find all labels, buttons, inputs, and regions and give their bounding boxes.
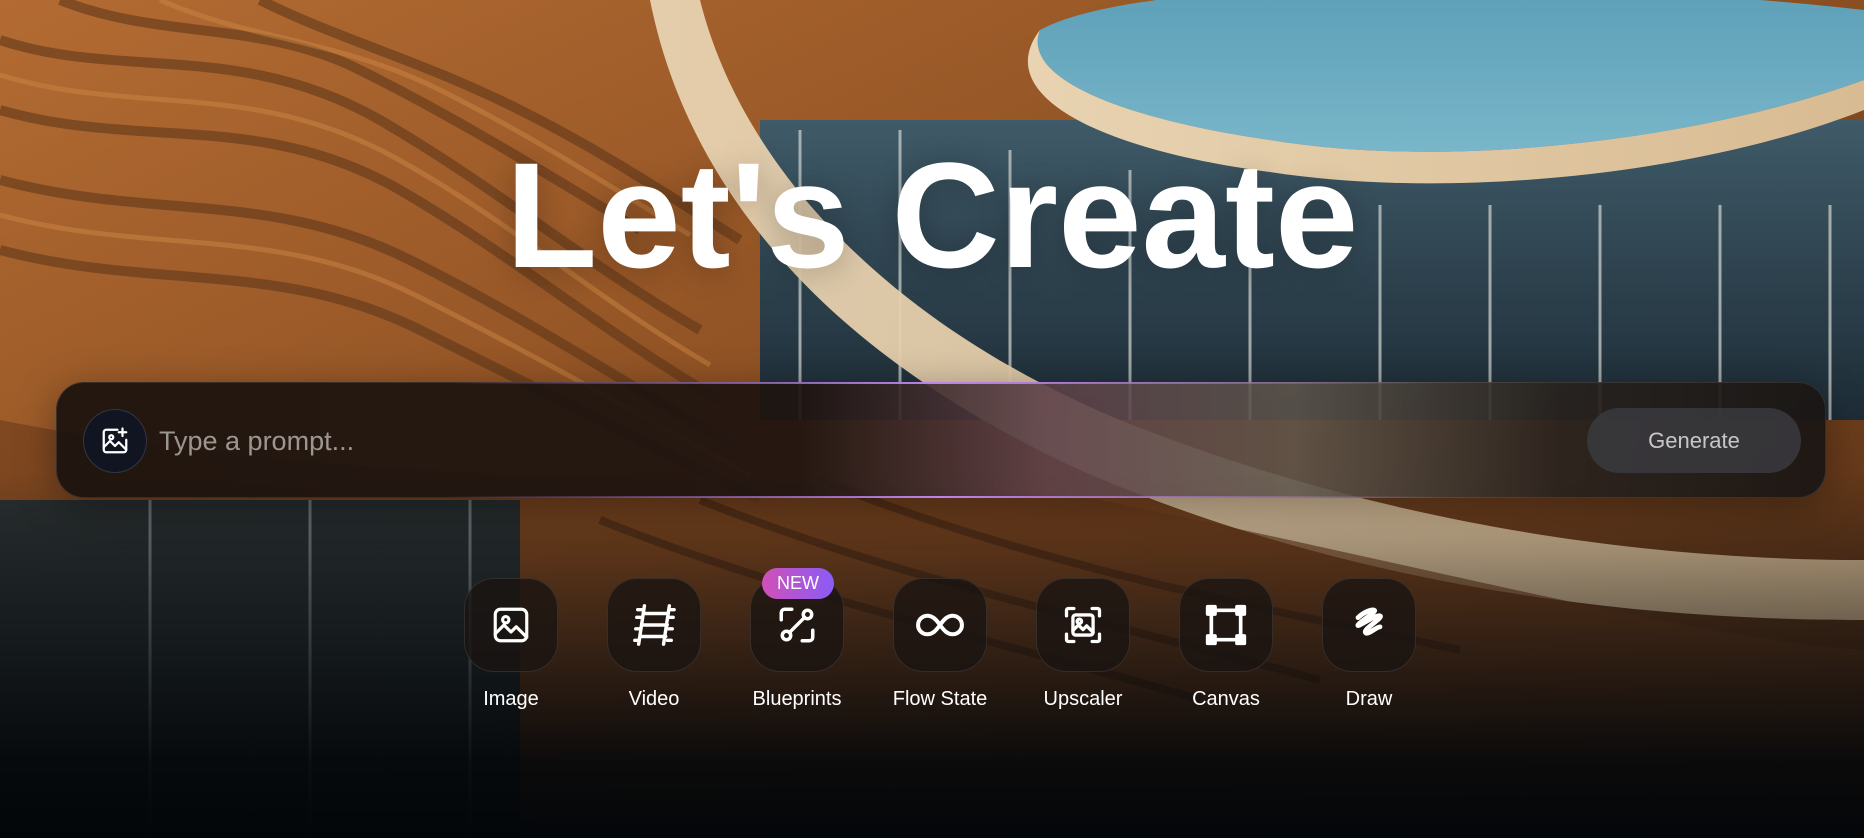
tool-blueprints-label: Blueprints — [752, 688, 842, 710]
tool-flow-state-tile[interactable] — [893, 578, 987, 672]
image-prompt-button[interactable] — [83, 409, 147, 473]
image-plus-icon — [100, 426, 130, 456]
image-icon — [490, 604, 532, 646]
blueprint-icon — [776, 604, 818, 646]
page-title: Let's Create — [505, 131, 1359, 299]
prompt-input[interactable] — [159, 413, 1539, 469]
tool-image-tile[interactable] — [464, 578, 558, 672]
canvas-icon — [1204, 603, 1248, 647]
scribble-icon — [1347, 603, 1391, 647]
tool-video-tile[interactable] — [607, 578, 701, 672]
infinity-icon — [913, 608, 967, 642]
prompt-bar: Generate — [56, 382, 1826, 498]
tool-upscaler-label: Upscaler — [1043, 688, 1123, 710]
generate-button[interactable]: Generate — [1587, 408, 1801, 473]
tool-draw-tile[interactable] — [1322, 578, 1416, 672]
tool-upscaler[interactable]: Upscaler — [1036, 578, 1130, 711]
tool-upscaler-tile[interactable] — [1036, 578, 1130, 672]
tool-flow-state-label: Flow State — [892, 688, 988, 710]
tool-flow-state[interactable]: Flow State — [893, 578, 987, 711]
tool-canvas-label: Canvas — [1192, 688, 1260, 710]
tool-canvas[interactable]: Canvas — [1179, 578, 1273, 711]
film-icon — [631, 602, 677, 648]
tool-draw[interactable]: Draw — [1322, 578, 1416, 711]
tools-row: Image Video NEW Blueprints Flow State Up… — [464, 568, 1416, 711]
tool-canvas-tile[interactable] — [1179, 578, 1273, 672]
tool-image-label: Image — [483, 688, 539, 710]
tool-draw-label: Draw — [1345, 688, 1393, 710]
upscale-icon — [1061, 603, 1105, 647]
tool-image[interactable]: Image — [464, 578, 558, 711]
tool-blueprints[interactable]: NEW Blueprints — [750, 568, 844, 711]
tool-video-label: Video — [628, 688, 680, 710]
new-badge: NEW — [762, 568, 834, 599]
tool-video[interactable]: Video — [607, 578, 701, 711]
